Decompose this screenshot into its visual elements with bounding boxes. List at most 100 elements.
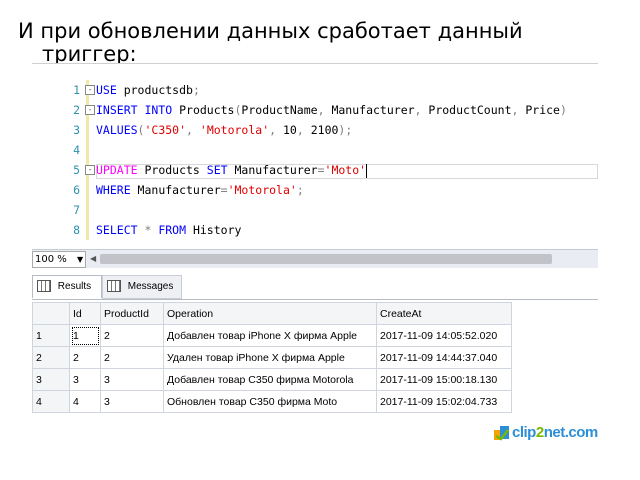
code-text: UPDATE Products SET Manufacturer='Moto' (96, 160, 368, 180)
code-token: 10 (283, 123, 297, 137)
table-row[interactable]: 1 1 2 Добавлен товар iPhone X фирма Apple 20… (32, 324, 512, 347)
slide-title: И при обновлении данных сработает данный… (18, 20, 628, 66)
code-token: ); (338, 123, 353, 137)
row-number[interactable]: 4 (32, 390, 70, 413)
code-token: SET (206, 163, 228, 177)
code-line[interactable]: 3 VALUES('C350', 'Motorola', 10, 2100); (32, 120, 598, 140)
collapse-icon[interactable]: - (85, 165, 95, 175)
clip2net-logo-icon (494, 426, 509, 441)
column-header[interactable]: Operation (163, 302, 377, 325)
collapse-icon[interactable]: - (85, 85, 95, 95)
code-text: INSERT INTO Products(ProductName, Manufa… (96, 100, 567, 120)
code-token: ; (192, 83, 200, 97)
table-cell[interactable]: 2 (100, 346, 164, 369)
table-cell[interactable]: 3 (100, 390, 164, 413)
code-token: Products (172, 103, 235, 117)
code-token: FROM (158, 223, 187, 237)
table-row[interactable]: 2 2 2 Удален товар iPhone X фирма Apple 2017… (32, 346, 512, 369)
table-cell[interactable]: 2 (69, 346, 101, 369)
code-token: ProductName (241, 103, 318, 117)
table-cell[interactable]: Удален товар iPhone X фирма Apple (163, 346, 377, 369)
table-cell[interactable]: Обновлен товар C350 фирма Moto (163, 390, 377, 413)
line-number: 2 (73, 103, 80, 117)
line-number: 7 (73, 203, 80, 217)
code-token: Manufacturer (227, 163, 318, 177)
collapse-icon[interactable]: - (85, 105, 95, 115)
code-token: WHERE (96, 183, 131, 197)
code-token: ProductCount (428, 103, 512, 117)
line-number: 5 (73, 163, 80, 177)
grid-header-row: Id ProductId Operation CreateAt (32, 302, 512, 325)
table-cell[interactable]: 1 (69, 324, 101, 347)
table-cell[interactable]: 4 (69, 390, 101, 413)
grid-icon (37, 280, 51, 293)
clip2net-text: clip2net.com (512, 424, 598, 441)
code-token: Price (525, 103, 560, 117)
query-editor[interactable]: 1- USE productsdb; 2- INSERT INTO Products(… (32, 63, 598, 250)
code-line[interactable]: 7 (32, 200, 598, 220)
line-number: 6 (73, 183, 80, 197)
column-header[interactable]: CreateAt (376, 302, 512, 325)
table-cell[interactable]: 2017-11-09 15:00:18.130 (376, 368, 512, 391)
code-token: * (137, 223, 159, 237)
code-token: = (220, 183, 228, 197)
code-token: 'Motorola' (227, 183, 297, 197)
table-row[interactable]: 3 3 3 Добавлен товар C350 фирма Motorola 201… (32, 368, 512, 391)
table-cell[interactable]: 2017-11-09 14:05:52.020 (376, 324, 512, 347)
column-header[interactable]: ProductId (100, 302, 164, 325)
row-number[interactable]: 2 (32, 346, 70, 369)
line-number: 1 (73, 83, 80, 97)
zoom-value: 100 % (35, 254, 67, 265)
results-grid[interactable]: Id ProductId Operation CreateAt 1 1 2 Добавлен… (32, 302, 512, 413)
table-row[interactable]: 4 4 3 Обновлен товар C350 фирма Moto 2017-11… (32, 390, 512, 413)
code-line[interactable]: 4 (32, 140, 598, 160)
column-header[interactable] (32, 302, 70, 325)
row-number[interactable]: 1 (32, 324, 70, 347)
code-token: , (186, 123, 200, 137)
table-cell[interactable]: Добавлен товар C350 фирма Motorola (163, 368, 377, 391)
wm-part-b: 2 (535, 424, 544, 441)
code-token: USE (96, 83, 117, 97)
code-line[interactable]: 8 SELECT * FROM History (32, 220, 598, 240)
tab-results-label: Results (57, 281, 92, 292)
code-token: Products (137, 163, 207, 177)
code-text: USE productsdb; (96, 80, 200, 100)
code-line[interactable]: 6 WHERE Manufacturer='Motorola'; (32, 180, 598, 200)
column-header[interactable]: Id (69, 302, 101, 325)
zoom-dropdown[interactable]: 100 % ▼ (32, 251, 86, 268)
slide-title-line1: И при обновлении данных сработает данный (18, 19, 523, 43)
tab-results[interactable]: Results (32, 275, 102, 298)
table-cell[interactable]: 2 (100, 324, 164, 347)
code-token: ) (559, 103, 567, 117)
editor-status-bar: 100 % ▼ ◀ (32, 249, 598, 268)
row-number[interactable]: 3 (32, 368, 70, 391)
code-line[interactable]: 5- UPDATE Products SET Manufacturer='Moto… (32, 160, 598, 180)
change-marker (86, 200, 89, 220)
scroll-left-icon[interactable]: ◀ (90, 254, 96, 263)
table-cell[interactable]: Добавлен товар iPhone X фирма Apple (163, 324, 377, 347)
code-text: SELECT * FROM History (96, 220, 241, 240)
table-cell[interactable]: 2017-11-09 15:02:04.733 (376, 390, 512, 413)
table-cell[interactable]: 2017-11-09 14:44:37.040 (376, 346, 512, 369)
code-token: = (317, 163, 325, 177)
code-token: VALUES (96, 123, 138, 137)
table-cell[interactable]: 3 (100, 368, 164, 391)
code-token: Manufacturer (130, 183, 221, 197)
code-line[interactable]: 1- USE productsdb; (32, 80, 598, 100)
horizontal-scrollbar[interactable] (100, 254, 552, 264)
tab-messages-label: Messages (127, 281, 174, 292)
code-token: INSERT INTO (96, 103, 173, 117)
code-token: , (414, 103, 429, 117)
code-token: , (296, 123, 311, 137)
table-cell[interactable]: 3 (69, 368, 101, 391)
change-marker (86, 140, 89, 160)
tab-messages[interactable]: Messages (102, 275, 182, 299)
messages-icon (107, 280, 121, 293)
change-marker (86, 220, 89, 240)
line-number: 8 (73, 223, 80, 237)
code-token: productsdb (116, 83, 193, 97)
code-line[interactable]: 2- INSERT INTO Products(ProductName, Manu… (32, 100, 598, 120)
code-token: SELECT (96, 223, 138, 237)
code-text: WHERE Manufacturer='Motorola'; (96, 180, 304, 200)
chevron-down-icon: ▼ (77, 255, 84, 264)
